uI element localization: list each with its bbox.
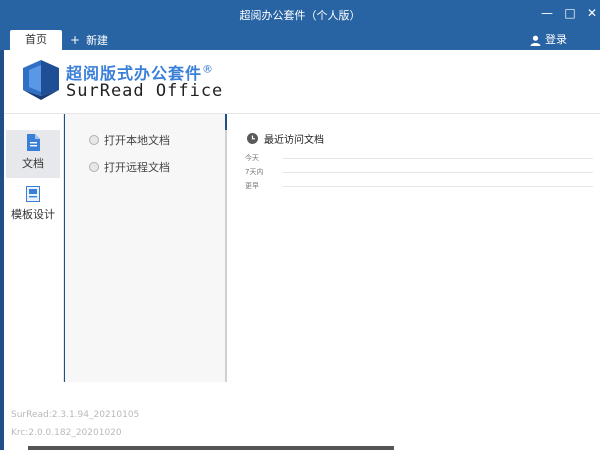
- group-label: 更早: [245, 182, 259, 190]
- open-local-label: 打开本地文档: [104, 134, 170, 147]
- recent-group-week: 7天内: [245, 167, 593, 177]
- surread-logo-icon: [23, 60, 59, 100]
- close-button[interactable]: ✕: [582, 4, 600, 22]
- open-file-icon: [89, 135, 99, 145]
- tab-bar: 首页 + 新建 登录: [0, 30, 600, 50]
- open-local-document[interactable]: 打开本地文档: [89, 132, 170, 148]
- tab-home[interactable]: 首页: [10, 30, 62, 50]
- recent-group-older: 更早: [245, 181, 593, 191]
- open-remote-label: 打开远程文档: [104, 161, 170, 174]
- recent-documents-panel: 最近访问文档 今天 7天内 更早: [227, 114, 600, 382]
- brand-name-en: SurRead Office: [66, 81, 224, 101]
- group-label: 7天内: [245, 168, 264, 176]
- footer-area: SurRead:2.3.1.94_20210105 Krc:2.0.0.182_…: [4, 382, 600, 450]
- krc-version: Krc:2.0.0.182_20201020: [11, 428, 122, 438]
- login-label: 登录: [545, 33, 567, 46]
- group-divider: [283, 158, 593, 159]
- window-title: 超阅办公套件（个人版）: [239, 9, 361, 22]
- user-icon: [530, 35, 541, 46]
- clock-icon: [247, 133, 258, 144]
- bottom-strip: [28, 446, 394, 450]
- rail-item-documents[interactable]: 文档: [6, 130, 60, 178]
- recent-title: 最近访问文档: [264, 135, 324, 146]
- group-label: 今天: [245, 154, 259, 162]
- document-icon: [27, 134, 40, 151]
- login-button[interactable]: 登录: [530, 30, 567, 50]
- minimize-button[interactable]: —: [537, 4, 557, 22]
- group-divider: [283, 172, 593, 173]
- recent-group-today: 今天: [245, 153, 593, 163]
- title-bar: 超阅办公套件（个人版） — □ ✕: [0, 0, 600, 30]
- open-remote-document[interactable]: 打开远程文档: [89, 159, 170, 175]
- rail-item-template-design[interactable]: 模板设计: [6, 182, 60, 230]
- rail-item-label: 文档: [22, 157, 44, 170]
- action-panel: 打开本地文档 打开远程文档: [65, 114, 225, 382]
- rail-item-label: 模板设计: [11, 208, 55, 221]
- tab-new[interactable]: + 新建: [70, 30, 108, 50]
- open-remote-icon: [89, 162, 99, 172]
- tab-new-label: 新建: [86, 34, 109, 47]
- plus-icon: +: [70, 33, 81, 47]
- recent-header: 最近访问文档: [247, 131, 324, 146]
- template-icon: [26, 186, 40, 202]
- surread-version: SurRead:2.3.1.94_20210105: [11, 410, 140, 420]
- group-divider: [283, 186, 593, 187]
- header-banner: 超阅版式办公套件® SurRead Office: [4, 50, 600, 114]
- maximize-button[interactable]: □: [560, 4, 580, 22]
- left-rail: 文档 模板设计: [4, 114, 64, 404]
